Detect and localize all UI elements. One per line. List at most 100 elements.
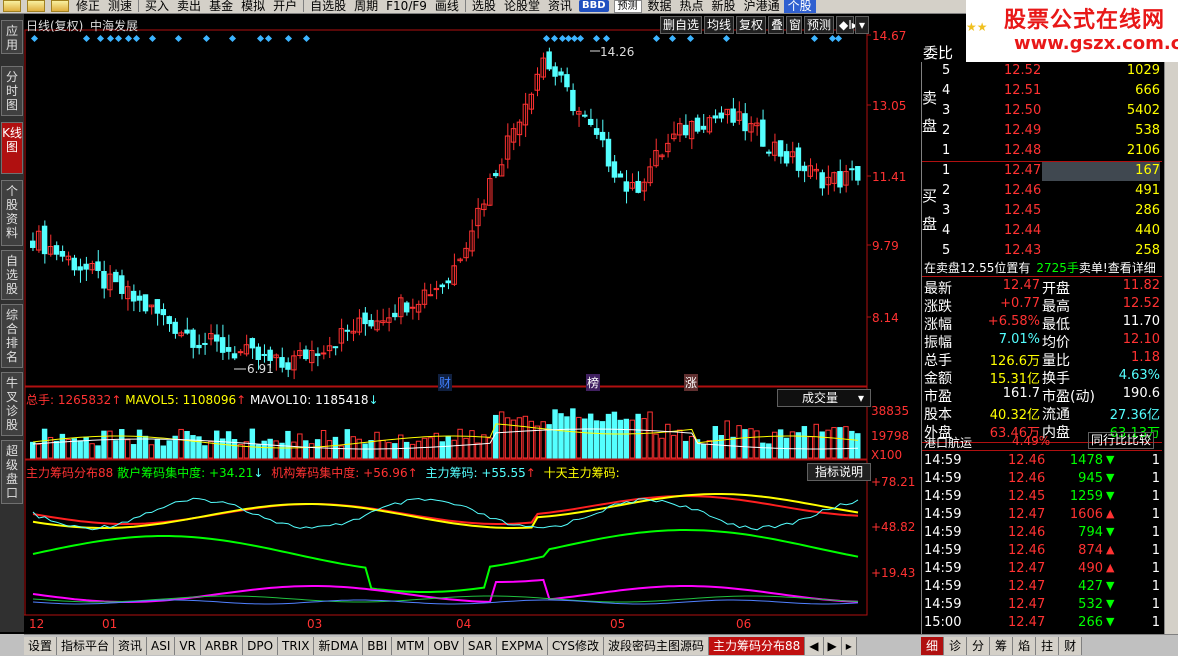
toolbar-bbd[interactable]: BBD xyxy=(578,0,609,12)
marker-finance[interactable]: 财 xyxy=(438,374,453,391)
bottom-tab-2[interactable]: 资讯 xyxy=(114,636,148,655)
back-icon[interactable] xyxy=(3,0,21,12)
play-icon[interactable]: ◆I▸ xyxy=(836,16,858,34)
toolbar-watchlist[interactable]: 自选股 xyxy=(306,0,350,13)
bottom-tab-6[interactable]: DPO xyxy=(243,636,279,655)
marker-list[interactable]: 榜 xyxy=(586,374,601,391)
toolbar-sell[interactable]: 卖出 xyxy=(173,0,205,13)
tab-super-board[interactable]: 超级盘口 xyxy=(1,440,23,504)
bottom-tab-9[interactable]: BBI xyxy=(363,636,393,655)
marker-limit-up[interactable]: 涨 xyxy=(684,374,699,391)
panel-tab-5[interactable]: 拄 xyxy=(1036,636,1060,655)
sell-level-volume: 1029 xyxy=(1126,63,1160,78)
toolbar-hk-connect[interactable]: 沪港通 xyxy=(740,0,784,13)
candle-body xyxy=(101,271,107,289)
bottom-tab-8[interactable]: 新DMA xyxy=(314,636,364,655)
toolbar-buy[interactable]: 买入 xyxy=(141,0,173,13)
chart-area[interactable]: 日线(复权) 中海发展 删自选 均线 复权 叠 窗 预测 ◆I▸ ▾ 14.67… xyxy=(24,14,921,632)
bottom-tab-10[interactable]: MTM xyxy=(392,636,430,655)
panel-tab-6[interactable]: 财 xyxy=(1059,636,1083,655)
toolbar-period[interactable]: 周期 xyxy=(350,0,382,13)
bottom-tab-1[interactable]: 指标平台 xyxy=(57,636,115,655)
overlay-button[interactable]: 叠 xyxy=(768,16,784,34)
ma-button[interactable]: 均线 xyxy=(704,16,734,34)
toolbar-stock[interactable]: 个股 xyxy=(783,0,816,13)
toolbar-fix[interactable]: 修正 xyxy=(72,0,104,13)
candle-body xyxy=(231,353,238,359)
volume-bar xyxy=(386,442,392,459)
candle-body xyxy=(83,263,89,270)
notice-volume: 2725手 xyxy=(1036,261,1079,275)
bottom-tab-5[interactable]: ARBR xyxy=(200,636,244,655)
volume-bar xyxy=(700,443,707,459)
toolbar-hot[interactable]: 热点 xyxy=(676,0,708,13)
tab-apps[interactable]: 应用 xyxy=(1,20,23,54)
predict-button[interactable]: 预测 xyxy=(804,16,834,34)
toolbar-news[interactable]: 资讯 xyxy=(544,0,576,13)
toolbar-forum[interactable]: 论股堂 xyxy=(500,0,544,13)
notice-price: 12.55位置有 xyxy=(960,261,1031,275)
panel-tab-4[interactable]: 焰 xyxy=(1013,636,1037,655)
sell-level-price: 12.51 xyxy=(1004,83,1042,98)
bottom-tab-11[interactable]: OBV xyxy=(429,636,464,655)
tick-time: 14:59 xyxy=(924,579,962,594)
expand-icon[interactable]: ▸ xyxy=(841,636,857,655)
big-order-notice[interactable]: 在卖盘12.55位置有 2725手卖单!查看详细 xyxy=(924,259,1156,276)
tab-watchlist[interactable]: 自选股 xyxy=(1,250,23,300)
bottom-tab-0[interactable]: 设置 xyxy=(24,636,58,655)
forward-icon[interactable] xyxy=(27,0,45,12)
sell-level-price: 12.48 xyxy=(1004,143,1042,158)
candle-body xyxy=(267,349,273,361)
panel-tab-3[interactable]: 筹 xyxy=(990,636,1014,655)
toolbar-simulate[interactable]: 模拟 xyxy=(237,0,269,13)
volume-select-label: 成交量 xyxy=(802,391,839,405)
dropdown-icon[interactable]: ▾ xyxy=(855,16,869,34)
toolbar-open-account[interactable]: 开户 xyxy=(269,0,301,13)
toolbar-new-stock[interactable]: 新股 xyxy=(708,0,740,13)
window-button[interactable]: 窗 xyxy=(786,16,802,34)
toolbar-speed[interactable]: 测速 xyxy=(104,0,136,13)
volume-bar xyxy=(623,418,630,459)
tab-diagnosis[interactable]: 牛叉诊股 xyxy=(1,372,23,436)
tab-kline[interactable]: K线图 xyxy=(1,122,23,174)
panel-tab-2[interactable]: 分 xyxy=(967,636,991,655)
volume-indicator-select[interactable]: 成交量 ▾ xyxy=(777,389,871,407)
volume-bar xyxy=(688,435,695,459)
bottom-tab-12[interactable]: SAR xyxy=(463,636,498,655)
indicator-help-button[interactable]: 指标说明 xyxy=(807,463,871,481)
toolbar-draw[interactable]: 画线 xyxy=(431,0,463,13)
bottom-tab-16[interactable]: 主力筹码分布88 xyxy=(709,636,806,655)
scroll-right-icon[interactable]: ▶ xyxy=(823,636,842,655)
tick-time: 14:59 xyxy=(924,507,962,522)
candle-body xyxy=(190,329,196,348)
toolbar-fund[interactable]: 基金 xyxy=(205,0,237,13)
bottom-tab-7[interactable]: TRIX xyxy=(278,636,315,655)
panel-tab-1[interactable]: 诊 xyxy=(944,636,968,655)
bottom-tab-14[interactable]: CYS修改 xyxy=(547,636,604,655)
down-arrow-icon: ▼ xyxy=(1106,489,1115,502)
tab-ranking[interactable]: 综合排名 xyxy=(1,304,23,368)
stat-label-2: 流通 xyxy=(1042,407,1070,423)
adjust-button[interactable]: 复权 xyxy=(736,16,766,34)
toolbar-predict[interactable]: 预测 xyxy=(613,0,642,13)
panel-tab-0[interactable]: 细 xyxy=(921,636,945,655)
kline-chart-svg[interactable] xyxy=(24,14,921,632)
notice-detail-link[interactable]: 查看详细 xyxy=(1108,261,1156,275)
bottom-tab-4[interactable]: VR xyxy=(175,636,201,655)
remove-watchlist-button[interactable]: 删自选 xyxy=(660,16,702,34)
tab-intraday[interactable]: 分时图 xyxy=(1,66,23,116)
peer-compare-button[interactable]: 同行比比较 xyxy=(1088,432,1154,449)
tab-profile[interactable]: 个股资料 xyxy=(1,180,23,246)
scroll-left-icon[interactable]: ◀ xyxy=(805,636,824,655)
toolbar-stock-pick[interactable]: 选股 xyxy=(468,0,500,13)
sector-name[interactable]: 港口航运 xyxy=(924,434,972,451)
diamond-icon[interactable] xyxy=(51,0,69,12)
toolbar-f10[interactable]: F10/F9 xyxy=(382,0,431,13)
toolbar-data[interactable]: 数据 xyxy=(644,0,676,13)
down-arrow-icon: ▼ xyxy=(1106,597,1115,610)
blue-indicator-line xyxy=(32,599,859,605)
bottom-tab-13[interactable]: EXPMA xyxy=(497,636,548,655)
scrollbar[interactable] xyxy=(1164,62,1178,634)
bottom-tab-15[interactable]: 波段密码主图源码 xyxy=(603,636,709,655)
bottom-tab-3[interactable]: ASI xyxy=(147,636,176,655)
